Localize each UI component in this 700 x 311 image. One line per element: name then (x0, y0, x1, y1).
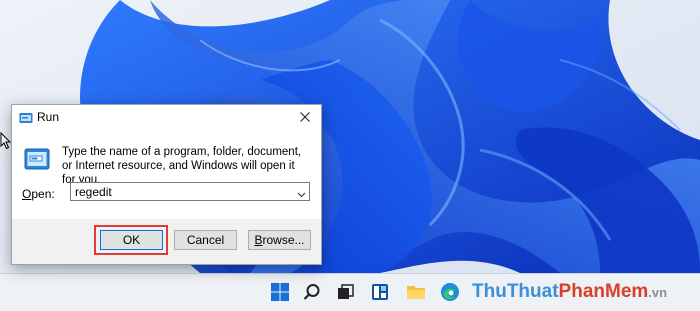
watermark-part-1: Thu (472, 281, 507, 302)
watermark: Thu Thuat Phan Mem .vn (472, 277, 667, 307)
run-titlebar[interactable]: Run (12, 105, 321, 129)
task-view-icon[interactable] (332, 278, 360, 306)
ok-highlight-box (94, 225, 168, 255)
close-icon (300, 112, 310, 122)
dialog-title: Run (37, 110, 60, 124)
file-explorer-icon[interactable] (402, 278, 430, 306)
watermark-part-2: Thuat (506, 281, 559, 302)
watermark-part-5: .vn (648, 284, 668, 300)
start-windows-icon[interactable] (266, 278, 294, 306)
widgets-icon[interactable] (366, 278, 394, 306)
edge-browser-icon[interactable] (436, 278, 464, 306)
cancel-button[interactable]: Cancel (174, 230, 237, 250)
open-combobox[interactable]: regedit (70, 182, 310, 201)
browse-accesskey: B (254, 233, 263, 247)
run-dialog: Run Type the name of a program, folder, … (11, 104, 322, 265)
close-button[interactable] (289, 105, 321, 129)
run-app-icon (19, 111, 33, 129)
browse-button[interactable]: Browse... (248, 230, 311, 250)
chevron-down-icon[interactable] (297, 186, 306, 204)
open-input[interactable]: regedit (75, 185, 112, 199)
run-program-icon (24, 148, 50, 175)
open-label-accesskey: O (22, 187, 32, 201)
watermark-part-3: Phan (558, 281, 605, 302)
open-label-rest: pen: (31, 187, 55, 201)
open-label: Open: (22, 187, 55, 201)
watermark-part-4: Mem (605, 281, 649, 302)
dialog-description: Type the name of a program, folder, docu… (62, 146, 302, 186)
browse-rest: rowse... (262, 233, 305, 247)
run-content: Type the name of a program, folder, docu… (12, 129, 321, 219)
search-icon[interactable] (298, 278, 326, 306)
